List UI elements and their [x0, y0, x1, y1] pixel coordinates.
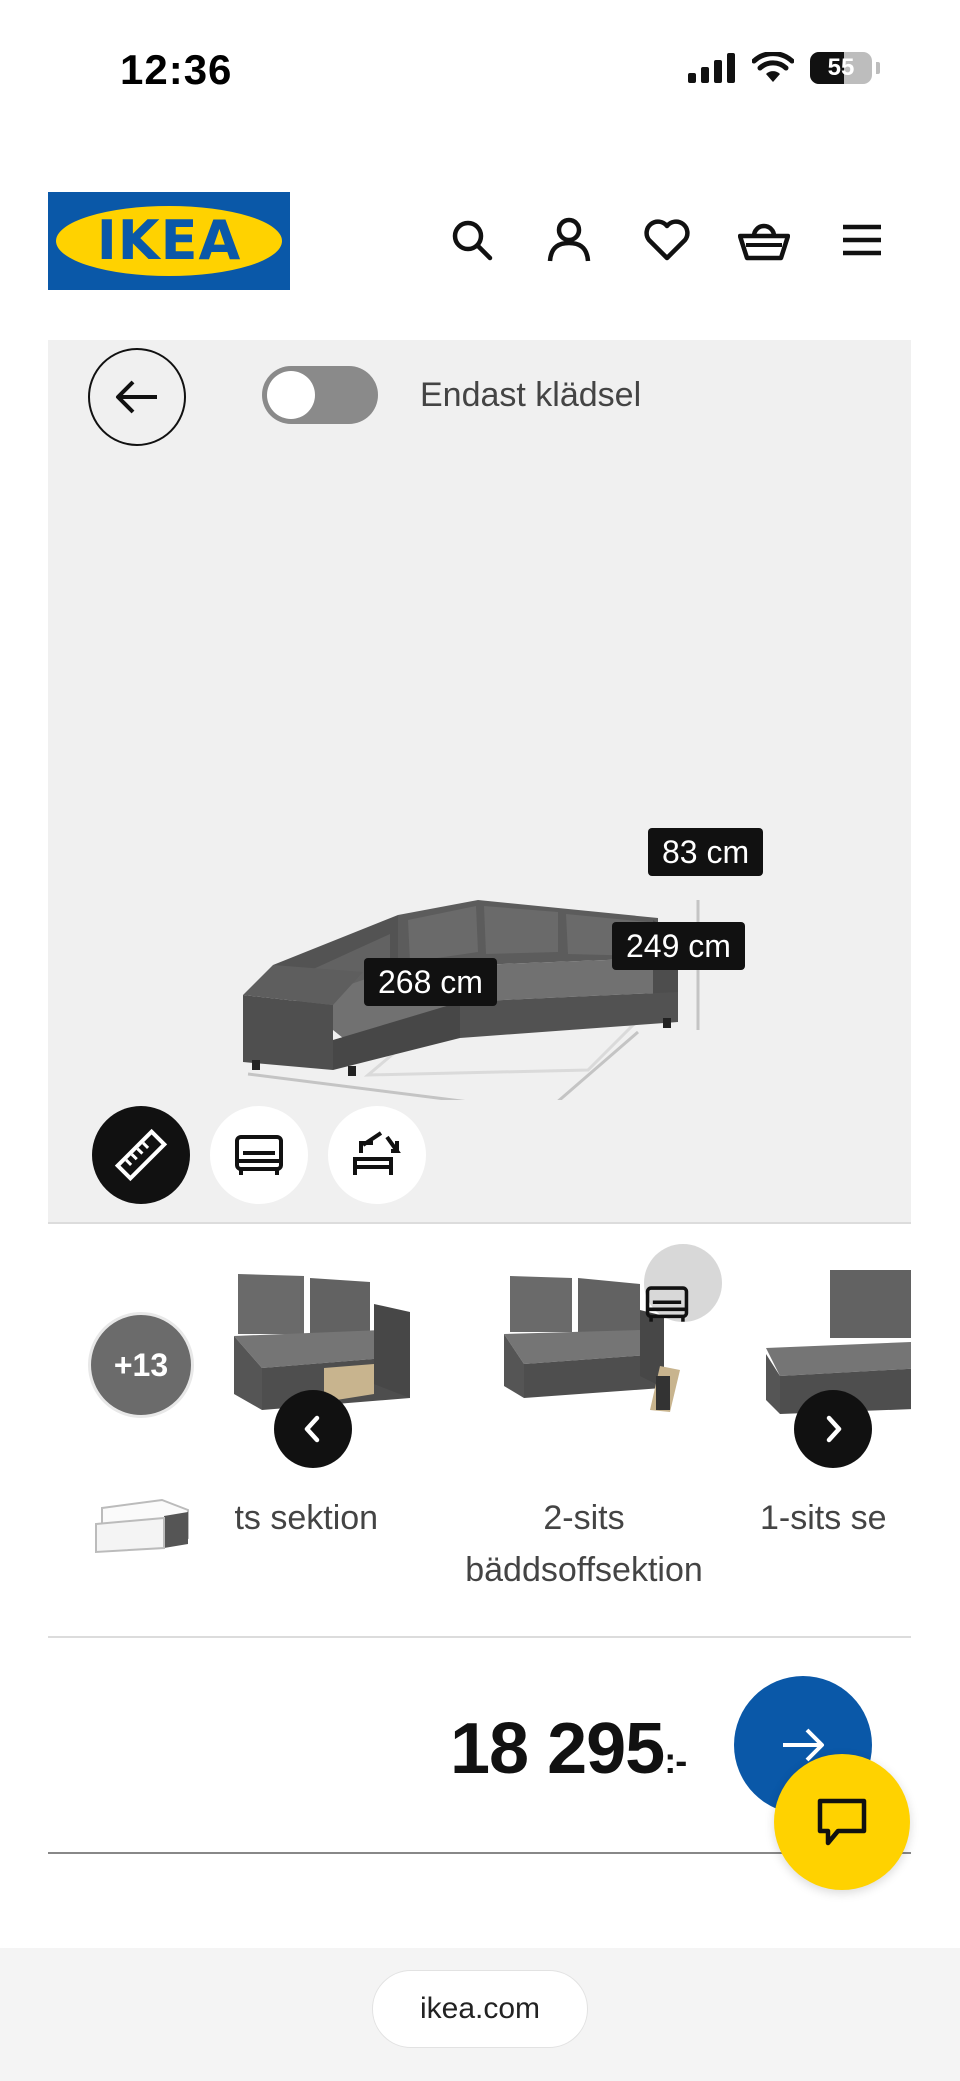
arrow-left-icon: [116, 380, 157, 414]
carousel-item-label-line2: bäddsoffsektion: [465, 1551, 703, 1589]
logo-text: IKEA: [96, 209, 242, 272]
bed-mode-button[interactable]: [210, 1106, 308, 1204]
carousel-prev-button[interactable]: [274, 1390, 352, 1468]
more-modules-badge[interactable]: +13: [88, 1312, 194, 1418]
module-carousel[interactable]: +13 sits sektion: [48, 1224, 911, 1636]
basket-icon[interactable]: [736, 212, 792, 268]
width-dimension-label: 268 cm: [364, 958, 497, 1006]
compact-icon: [353, 1131, 401, 1175]
depth-dimension-label: 249 cm: [612, 922, 745, 970]
carousel-item-label: 1-sits se: [760, 1499, 887, 1537]
measure-tool-button[interactable]: [92, 1106, 190, 1204]
sofa-thumbnail[interactable]: [92, 1494, 196, 1554]
total-price: 18 295:-: [450, 1708, 687, 1790]
chat-button[interactable]: [774, 1754, 910, 1890]
back-button[interactable]: [88, 348, 186, 446]
search-icon[interactable]: [444, 212, 500, 268]
site-header: IKEA: [0, 190, 960, 290]
battery-indicator: 55: [810, 52, 872, 84]
corner-sofa-image: [243, 900, 700, 1100]
product-viewer[interactable]: Endast klädsel 83 cm 249 cm 268 cm: [48, 340, 911, 1222]
price-value: 18 295: [450, 1709, 665, 1789]
status-bar: 12:36 55: [0, 0, 960, 140]
account-icon[interactable]: [541, 212, 597, 268]
wifi-icon: [752, 52, 794, 82]
chevron-left-icon: [304, 1415, 320, 1443]
status-icons: 55: [688, 52, 880, 84]
url-bar[interactable]: ikea.com: [372, 1970, 588, 2048]
sofa-bed-badge: [644, 1244, 722, 1322]
fold-mode-button[interactable]: [328, 1106, 426, 1204]
toggle-label: Endast klädsel: [420, 376, 642, 414]
heart-icon[interactable]: [639, 212, 695, 268]
carousel-next-button[interactable]: [794, 1390, 872, 1468]
battery-level: 55: [827, 54, 855, 81]
carousel-item[interactable]: 2-sits bäddsoffsektion: [464, 1224, 722, 1636]
battery-cap: [876, 62, 880, 74]
ikea-logo[interactable]: IKEA: [48, 192, 290, 290]
carousel-item-label: sits sektion: [234, 1499, 379, 1537]
menu-icon[interactable]: [834, 212, 890, 268]
divider-middle: [48, 1636, 911, 1638]
upholstery-only-toggle[interactable]: [262, 366, 378, 424]
status-time: 12:36: [120, 46, 233, 93]
cellular-signal-icon: [688, 53, 735, 83]
chat-icon: [817, 1798, 867, 1846]
bed-icon: [235, 1135, 283, 1175]
carousel-item-label-line1: 2-sits: [543, 1499, 625, 1537]
bed-icon: [645, 1286, 689, 1322]
toggle-knob: [267, 371, 315, 419]
height-dimension-label: 83 cm: [648, 828, 764, 876]
chevron-right-icon: [826, 1415, 842, 1443]
browser-toolbar: ikea.com: [0, 1948, 960, 2081]
price-suffix: :-: [664, 1740, 687, 1781]
ruler-icon: [114, 1128, 168, 1182]
